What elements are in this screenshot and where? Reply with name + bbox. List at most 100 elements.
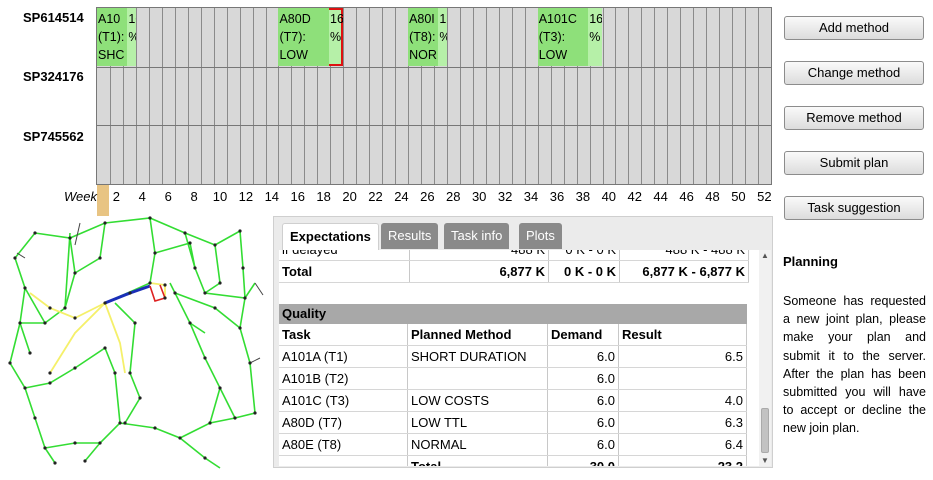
week-tick-label: 34	[523, 189, 539, 204]
week-column-line	[745, 8, 747, 184]
week-column-line	[654, 8, 656, 184]
week-tick-label: 40	[601, 189, 617, 204]
tab-expectations[interactable]: Expectations	[282, 223, 379, 250]
quality-table-grid: Task Planned Method Demand Result A101A …	[279, 324, 747, 466]
week-column-line	[187, 8, 189, 184]
week-column-line	[693, 8, 695, 184]
week-axis-label: Week	[64, 189, 97, 204]
planning-title: Planning	[783, 254, 838, 269]
gantt-chart: SP614514 SP324176 SP745562 A10 (T1): SHC…	[0, 0, 780, 216]
quality-total-empty	[279, 455, 408, 466]
task-suggestion-button[interactable]: Task suggestion	[784, 196, 924, 220]
cost-total-cell: 0 K - 0 K	[548, 260, 620, 283]
week-column-line	[524, 8, 526, 184]
week-column-line	[161, 8, 163, 184]
quality-header-demand: Demand	[547, 324, 619, 346]
week-column-line	[395, 8, 397, 184]
week-column-line	[641, 8, 643, 184]
network-green-links	[9, 217, 256, 469]
week-tick-label: 50	[731, 189, 746, 204]
quality-method: LOW COSTS	[407, 389, 548, 412]
week-tick-label: 26	[420, 189, 435, 204]
task-block-label: A101C (T3): LOW COST	[538, 12, 577, 62]
table-row: A101B (T2) 6.0	[279, 367, 747, 390]
quality-method: LOW TTL	[407, 411, 548, 434]
week-column-line	[706, 8, 708, 184]
week-tick-label: 30	[471, 189, 487, 204]
cost-total-label: Total	[279, 260, 410, 283]
submit-plan-button[interactable]: Submit plan	[784, 151, 924, 175]
quality-task: A80E (T8)	[279, 433, 408, 456]
week-tick-label: 10	[212, 189, 228, 204]
cost-cell: 0 K - 0 K	[548, 250, 620, 261]
week-tick-label: 44	[653, 189, 668, 204]
quality-demand: 6.0	[547, 389, 619, 412]
quality-header-row: Task Planned Method Demand Result	[279, 324, 747, 346]
row-label-sp745562: SP745562	[23, 129, 84, 144]
week-tick-label: 36	[549, 189, 565, 204]
vertical-scrollbar[interactable]: ▲ ▼	[759, 250, 771, 466]
add-method-button[interactable]: Add method	[784, 16, 924, 40]
network-blue-route	[104, 284, 151, 305]
gantt-grid[interactable]: A10 (T1): SHC RT16 %A80D (T7): LOW TTL16…	[96, 7, 772, 185]
quality-result: 6.3	[618, 411, 747, 434]
task-block[interactable]: A101C (T3): LOW COST 16.6 %	[537, 8, 603, 66]
gantt-row-divider	[97, 125, 771, 127]
week-tick-label: 20	[342, 189, 357, 204]
week-column-line	[226, 8, 228, 184]
quality-method: NORMAL	[407, 433, 548, 456]
quality-total-result: 23.2	[618, 455, 747, 466]
task-block[interactable]: A80D (T7): LOW TTL 16 %	[278, 8, 344, 66]
cost-total-cell: 6,877 K - 6,877 K	[619, 260, 749, 283]
week-column-line	[369, 8, 371, 184]
change-method-button[interactable]: Change method	[784, 61, 924, 85]
quality-task: A101A (T1)	[279, 345, 408, 368]
week-column-line	[343, 8, 345, 184]
week-column-line	[356, 8, 358, 184]
week-tick-label: 46	[679, 189, 694, 204]
week-column-line	[382, 8, 384, 184]
week-tick-label: 4	[138, 189, 146, 204]
task-block[interactable]: A80I (T8): NOR16 %	[408, 8, 447, 66]
quality-demand: 6.0	[547, 433, 619, 456]
quality-header-task: Task	[279, 324, 408, 346]
week-tick-label: 22	[368, 189, 383, 204]
week-column-line	[252, 8, 254, 184]
week-column-line	[213, 8, 215, 184]
task-block[interactable]: A10 (T1): SHC RT16 %	[97, 8, 136, 66]
quality-result	[618, 367, 747, 390]
quality-header-result: Result	[618, 324, 747, 346]
table-row: Total 6,877 K 0 K - 0 K 6,877 K - 6,877 …	[279, 260, 749, 283]
row-label-sp614514: SP614514	[23, 10, 84, 25]
tab-results[interactable]: Results	[381, 223, 439, 249]
week-column-line	[459, 8, 461, 184]
table-row: if delayed 488 K 0 K - 0 K 488 K - 488 K	[279, 250, 749, 261]
remove-method-button[interactable]: Remove method	[784, 106, 924, 130]
week-tick-label: 38	[575, 189, 591, 204]
quality-demand: 6.0	[547, 345, 619, 368]
quality-total-label: Total	[407, 455, 548, 466]
week-column-line	[472, 8, 474, 184]
week-tick-label: 28	[446, 189, 461, 204]
task-block-label: A10 (T1): SHC RT	[98, 12, 125, 62]
week-column-line	[485, 8, 487, 184]
week-column-line	[732, 8, 734, 184]
quality-demand: 6.0	[547, 411, 619, 434]
scroll-up-icon[interactable]: ▲	[761, 251, 769, 260]
quality-method: SHORT DURATION	[407, 345, 548, 368]
network-map[interactable]	[5, 213, 268, 473]
cost-cell: 488 K - 488 K	[619, 250, 749, 261]
week-column-line	[200, 8, 202, 184]
tab-task-info[interactable]: Task info	[444, 223, 510, 249]
quality-result: 6.4	[618, 433, 747, 456]
scrollbar-thumb[interactable]	[761, 408, 769, 453]
week-column-line	[628, 8, 630, 184]
tab-plots[interactable]: Plots	[519, 223, 562, 249]
scroll-down-icon[interactable]: ▼	[761, 456, 769, 465]
week-column-line	[667, 8, 669, 184]
week-column-line	[758, 8, 760, 184]
week-tick-label: 52	[757, 189, 772, 204]
info-panel: Expectations Results Task info Plots if …	[273, 216, 773, 468]
task-block-percent: 16 %	[439, 12, 447, 44]
expectations-content: if delayed 488 K 0 K - 0 K 488 K - 488 K…	[279, 250, 759, 466]
